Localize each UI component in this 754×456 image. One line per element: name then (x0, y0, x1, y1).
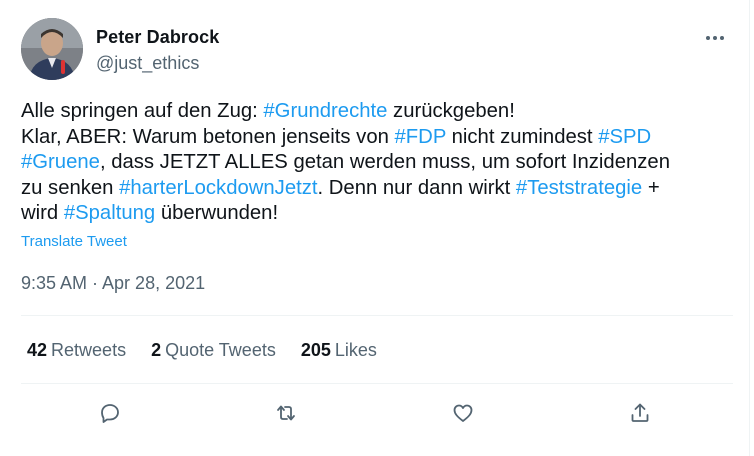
divider (21, 315, 733, 316)
retweets-count[interactable]: 42 Retweets (27, 340, 126, 361)
avatar[interactable] (21, 18, 83, 80)
share-icon[interactable] (622, 395, 658, 431)
tweet-text-segment: Alle springen auf den Zug: (21, 100, 264, 122)
tweet-actions (21, 395, 733, 431)
hashtag-link[interactable]: #Grundrechte (263, 100, 387, 122)
tweet-text: Alle springen auf den Zug: #Grundrechte … (21, 99, 721, 227)
tweet-text-segment: . Denn nur dann wirkt (317, 176, 516, 199)
tweet-card: Peter Dabrock @just_ethics Alle springen… (0, 0, 750, 456)
hashtag-link[interactable]: #Spaltung (64, 202, 155, 224)
divider (21, 383, 733, 384)
tweet-text-segment: nicht zumindest (446, 125, 599, 148)
tweet-header: Peter Dabrock @just_ethics (21, 18, 733, 82)
translate-tweet-link[interactable]: Translate Tweet (21, 233, 127, 250)
hashtag-link[interactable]: #Gruene (21, 151, 100, 173)
reply-icon[interactable] (92, 395, 128, 431)
like-icon[interactable] (445, 395, 481, 431)
quote-tweets-count[interactable]: 2 Quote Tweets (151, 340, 276, 361)
tweet-stats: 42 Retweets 2 Quote Tweets 205 Likes (27, 340, 402, 361)
hashtag-link[interactable]: #FDP (395, 126, 446, 148)
hashtag-link[interactable]: #Teststrategie (516, 177, 642, 199)
tweet-text-segment: überwunden! (155, 202, 279, 225)
retweet-icon[interactable] (268, 395, 304, 431)
likes-count[interactable]: 205 Likes (301, 340, 377, 361)
tweet-timestamp[interactable]: 9:35 AM · Apr 28, 2021 (21, 273, 205, 294)
more-options-icon[interactable] (703, 28, 727, 48)
hashtag-link[interactable]: #SPD (598, 126, 651, 148)
author-handle[interactable]: @just_ethics (96, 53, 199, 74)
author-name[interactable]: Peter Dabrock (96, 27, 219, 48)
hashtag-link[interactable]: #harterLockdownJetzt (119, 177, 317, 199)
